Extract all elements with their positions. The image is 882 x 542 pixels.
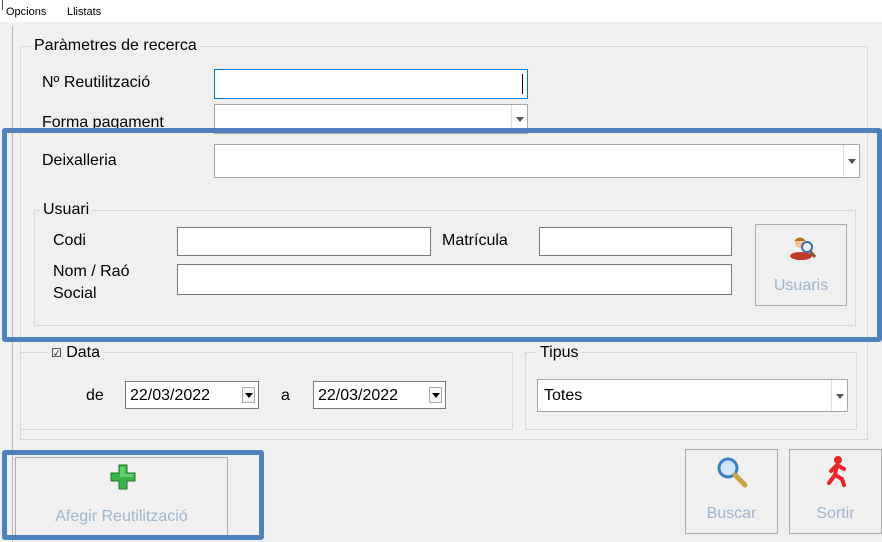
- highlight-box-afegir: [2, 450, 264, 540]
- data-legend-label: Data: [66, 344, 101, 361]
- date-from-picker[interactable]: 22/03/2022: [125, 381, 259, 409]
- date-to-label: a: [281, 387, 290, 404]
- menu-opcions[interactable]: Opcions: [6, 6, 46, 18]
- tipus-legend: Tipus: [537, 344, 582, 362]
- text-caret: [522, 74, 523, 94]
- chevron-down-icon[interactable]: [242, 387, 255, 403]
- magnifier-icon: [717, 457, 748, 488]
- date-from-label: de: [86, 387, 104, 404]
- buscar-label: Buscar: [706, 505, 757, 522]
- data-legend[interactable]: ☑ Data: [48, 344, 104, 362]
- running-man-icon: [827, 456, 846, 487]
- chevron-down-icon[interactable]: [429, 387, 442, 403]
- tipus-combo[interactable]: Totes: [537, 379, 848, 412]
- window-edge: [2, 0, 3, 10]
- chevron-down-icon[interactable]: [831, 380, 847, 411]
- search-params-legend: Paràmetres de recerca: [31, 37, 200, 55]
- reutilitzacio-label: Nº Reutilització: [42, 74, 151, 91]
- menu-llistats[interactable]: Llistats: [67, 6, 101, 18]
- buscar-button[interactable]: Buscar: [685, 449, 778, 534]
- data-checkbox-icon[interactable]: ☑: [51, 346, 62, 360]
- highlight-box-usuari: [2, 128, 882, 342]
- date-to-picker[interactable]: 22/03/2022: [313, 381, 446, 409]
- sortir-button[interactable]: Sortir: [789, 449, 882, 534]
- menu-bar: [0, 0, 882, 22]
- reutilitzacio-input[interactable]: [214, 69, 528, 99]
- sortir-label: Sortir: [816, 505, 855, 522]
